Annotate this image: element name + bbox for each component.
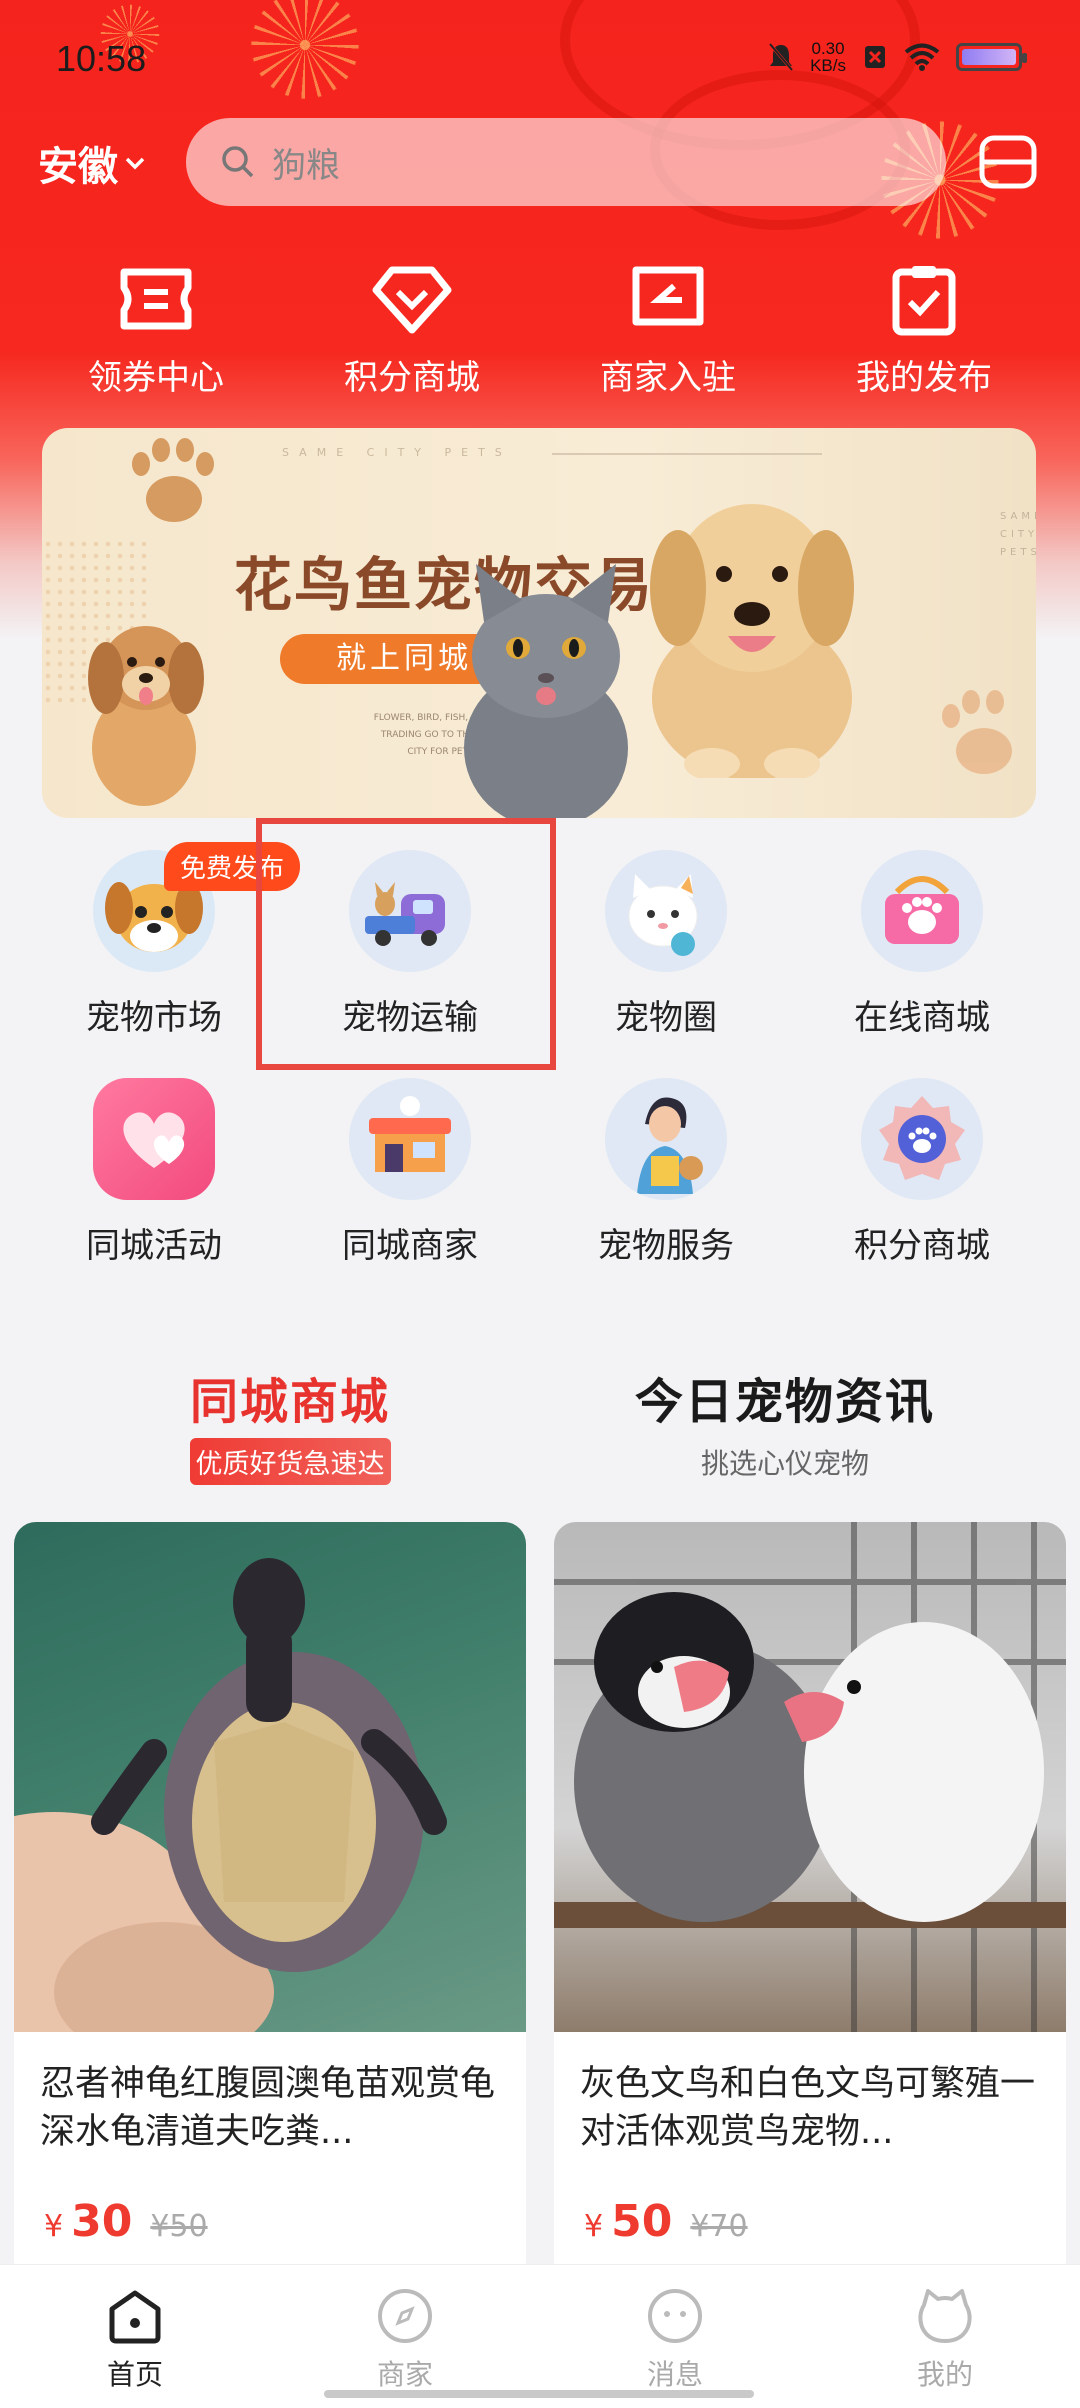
compass-icon: [378, 2289, 432, 2343]
category-label: 同城活动: [86, 1226, 222, 1266]
promo-banner[interactable]: SAME CITY PETS 花鸟鱼宠物交易 就上同城宠物 FLOWER, BI…: [42, 428, 1036, 818]
clipboard-check-icon: [892, 266, 956, 336]
chevron-down-icon: [125, 157, 145, 170]
category-pet-market[interactable]: 免费发布 宠物市场: [26, 842, 301, 1078]
nav-profile[interactable]: 我的: [810, 2265, 1080, 2408]
battery-icon: [956, 43, 1027, 71]
tab-pet-news[interactable]: 今日宠物资讯 挑选心仪宠物: [620, 1362, 950, 1482]
search-placeholder: 狗粮: [272, 145, 340, 186]
location-label: 安徽: [38, 144, 118, 190]
tab-subtitle: 优质好货急速达: [189, 1438, 391, 1485]
storefront-icon: [349, 1078, 471, 1200]
status-bar: 10:58 0.30 KB/s: [0, 0, 1080, 120]
quick-action-points-mall[interactable]: 积分商城: [284, 262, 540, 399]
category-row: 同城活动 同城商家 宠物服务 积分商城: [0, 1078, 1080, 1306]
nav-home[interactable]: 首页: [0, 2265, 270, 2408]
chat-bubble-icon: [648, 2289, 702, 2343]
quick-action-label: 商家入驻: [600, 358, 736, 398]
tab-title: 今日宠物资讯: [634, 1374, 935, 1430]
highlight-box: [256, 818, 556, 1070]
search-bar[interactable]: 狗粮: [186, 118, 946, 206]
divider: [552, 453, 822, 455]
coupon-icon: [120, 268, 192, 330]
home-icon: [109, 2290, 161, 2344]
price-value: 50: [611, 2196, 673, 2247]
product-title: 忍者神龟红腹圆澳龟苗观赏龟深水龟清道夫吃粪...: [40, 2064, 496, 2152]
product-card[interactable]: 灰色文鸟和白色文鸟可繁殖一对活体观赏鸟宠物... ¥ 50 ¥70: [554, 1522, 1066, 2282]
category-label: 在线商城: [854, 998, 990, 1038]
tab-title: 同城商城: [189, 1374, 390, 1430]
category-local-merchants[interactable]: 同城商家: [282, 1078, 538, 1306]
category-label: 宠物圈: [615, 998, 717, 1038]
product-price: ¥ 30 ¥50: [14, 2162, 526, 2247]
network-speed: 0.30 KB/s: [810, 39, 846, 75]
scan-icon[interactable]: [978, 134, 1038, 190]
product-card[interactable]: 忍者神龟红腹圆澳龟苗观赏龟深水龟清道夫吃粪... ¥ 30 ¥50: [14, 1522, 526, 2282]
status-time: 10:58: [56, 38, 147, 79]
tab-subtitle: 挑选心仪宠物: [700, 1447, 869, 1480]
tab-local-mall[interactable]: 同城商城 优质好货急速达: [180, 1362, 400, 1485]
quick-action-label: 积分商城: [344, 358, 480, 398]
product-price: ¥ 50 ¥70: [554, 2162, 1066, 2247]
nav-merchants[interactable]: 商家: [270, 2265, 540, 2408]
original-price: ¥70: [690, 2209, 748, 2244]
category-pet-services[interactable]: 宠物服务: [538, 1078, 794, 1306]
paw-medal-icon: [861, 1078, 983, 1200]
profile-face-icon: [918, 2289, 972, 2343]
quick-action-merchant-entry[interactable]: 商家入驻: [540, 262, 796, 399]
wifi-icon: [904, 43, 940, 71]
bottom-navigation: 首页 商家 消息 我的: [0, 2264, 1080, 2408]
currency-symbol: ¥: [584, 2209, 604, 2244]
puppy-illustration: [88, 626, 204, 806]
quick-actions: 领券中心 积分商城 商家入驻 我的发布: [0, 262, 1080, 399]
sim-off-icon: [865, 46, 885, 68]
original-price: ¥50: [150, 2209, 208, 2244]
category-label: 积分商城: [854, 1226, 990, 1266]
merchant-entry-icon: [632, 266, 704, 326]
product-title: 灰色文鸟和白色文鸟可繁殖一对活体观赏鸟宠物...: [580, 2064, 1036, 2152]
quick-action-label: 我的发布: [856, 358, 992, 398]
nav-label: 消息: [646, 2358, 703, 2391]
category-label: 宠物服务: [598, 1226, 734, 1266]
dog-illustration: [650, 504, 854, 778]
quick-action-coupon-center[interactable]: 领券中心: [28, 262, 284, 399]
nav-label: 我的: [916, 2358, 973, 2391]
category-local-events[interactable]: 同城活动: [26, 1078, 282, 1306]
product-image: [14, 1522, 526, 2032]
nav-messages[interactable]: 消息: [540, 2265, 810, 2408]
cat-icon: [605, 850, 727, 972]
mute-bell-icon: [768, 43, 794, 71]
home-indicator: [324, 2390, 754, 2398]
nav-label: 首页: [106, 2358, 163, 2391]
banner-top-text: SAME CITY PETS: [282, 446, 512, 459]
category-points-mall[interactable]: 积分商城: [794, 1078, 1050, 1306]
product-image: [554, 1522, 1066, 2032]
heart-icon: [93, 1078, 215, 1200]
shopping-bag-icon: [861, 850, 983, 972]
status-icons: 0.30 KB/s: [768, 39, 1027, 75]
diamond-icon: [372, 266, 452, 334]
category-label: 同城商家: [342, 1226, 478, 1266]
location-selector[interactable]: 安徽: [38, 134, 146, 192]
search-icon: [222, 146, 254, 178]
quick-action-my-posts[interactable]: 我的发布: [796, 262, 1052, 399]
groomer-icon: [605, 1078, 727, 1200]
nav-label: 商家: [376, 2358, 433, 2391]
currency-symbol: ¥: [44, 2209, 64, 2244]
category-online-mall[interactable]: 在线商城: [794, 850, 1050, 1078]
cat-illustration: [464, 564, 628, 818]
quick-action-label: 领券中心: [88, 358, 224, 398]
price-value: 30: [71, 2196, 133, 2247]
banner-side-text: SAME CITY PETS: [1000, 511, 1036, 558]
category-pet-circle[interactable]: 宠物圈: [538, 850, 794, 1078]
category-label: 宠物市场: [86, 998, 222, 1038]
